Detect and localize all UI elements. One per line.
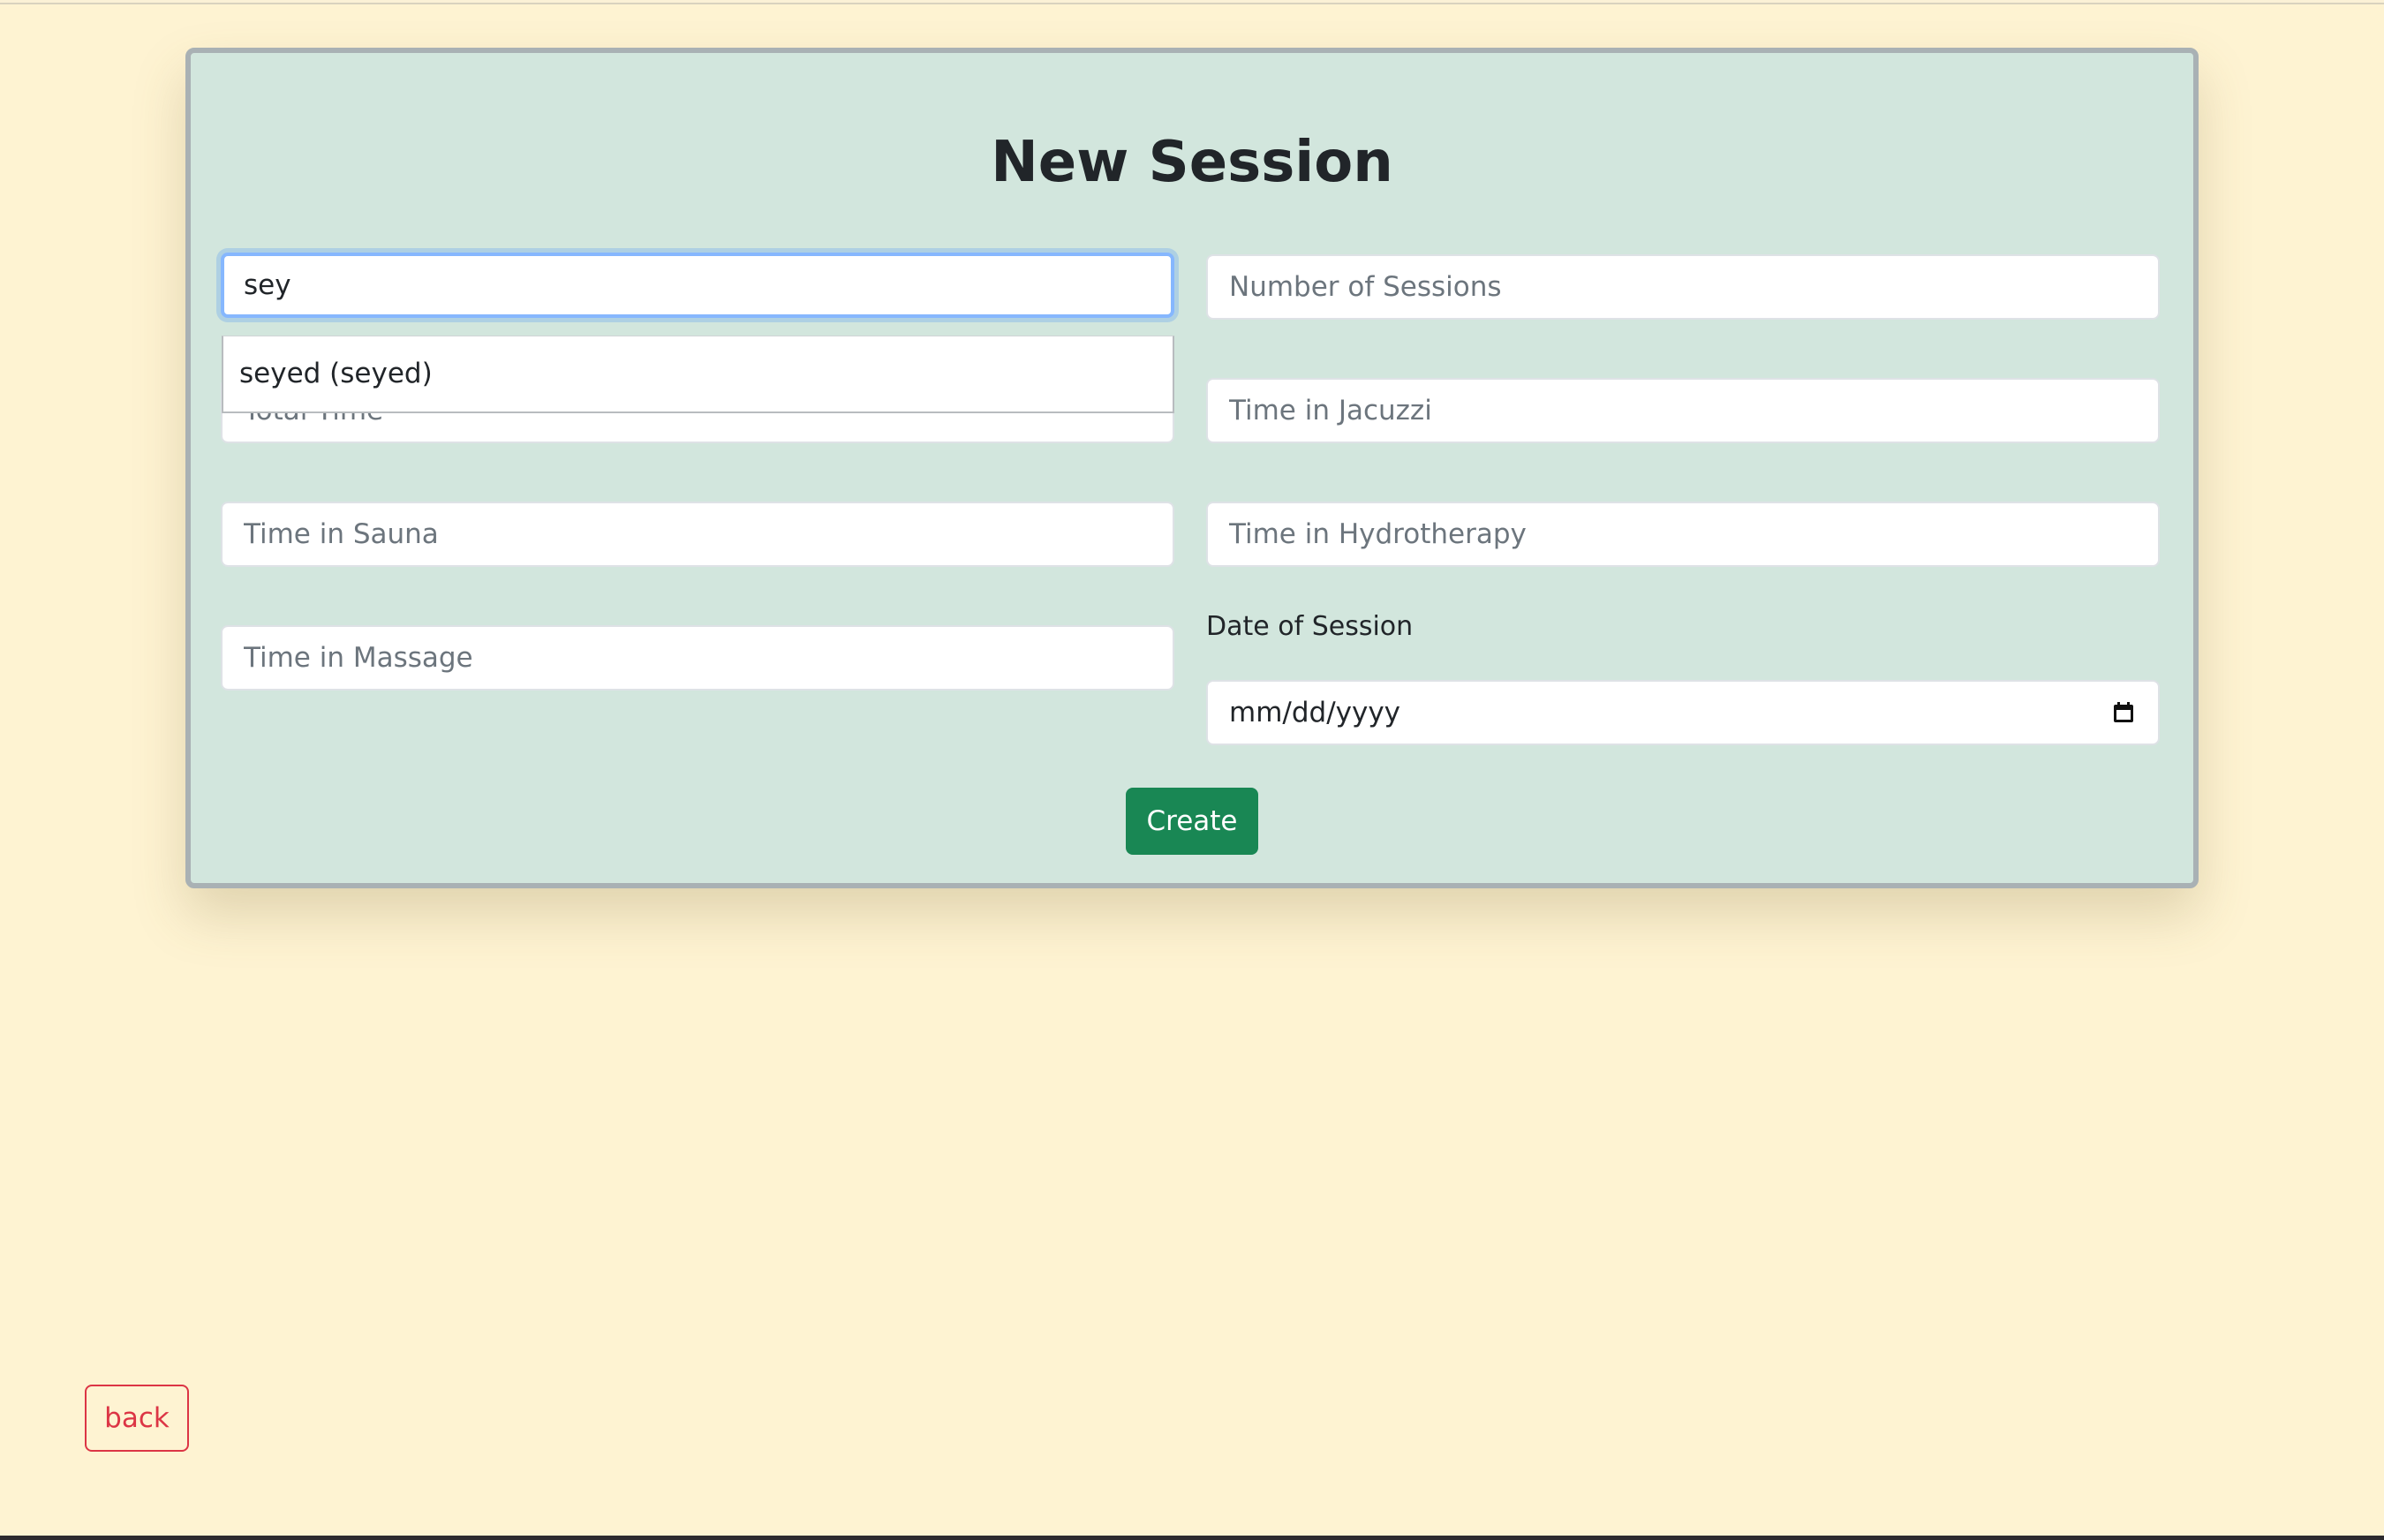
page-title: New Session	[991, 130, 1393, 195]
time-in-massage-input[interactable]	[221, 625, 1174, 691]
top-edge-line	[0, 0, 2384, 4]
time-in-hydrotherapy-input[interactable]	[1206, 502, 2160, 567]
number-of-sessions-input[interactable]	[1206, 254, 2160, 320]
autocomplete-dropdown: seyed (seyed)	[222, 336, 1174, 413]
time-in-sauna-input[interactable]	[221, 502, 1174, 567]
date-of-session-label: Date of Session	[1206, 611, 1414, 642]
bottom-edge-bar	[0, 1536, 2384, 1540]
calendar-icon[interactable]	[2110, 699, 2137, 726]
create-button[interactable]: Create	[1126, 788, 1258, 855]
autocomplete-option[interactable]: seyed (seyed)	[223, 336, 1173, 411]
time-in-jacuzzi-input[interactable]	[1206, 378, 2160, 443]
new-session-form-card: New Session Date of Session mm/dd/yyyy s…	[185, 48, 2199, 888]
user-search-input[interactable]	[221, 253, 1174, 318]
date-of-session-input[interactable]: mm/dd/yyyy	[1206, 680, 2160, 745]
back-button[interactable]: back	[85, 1385, 189, 1452]
date-format-placeholder: mm/dd/yyyy	[1229, 697, 1401, 728]
